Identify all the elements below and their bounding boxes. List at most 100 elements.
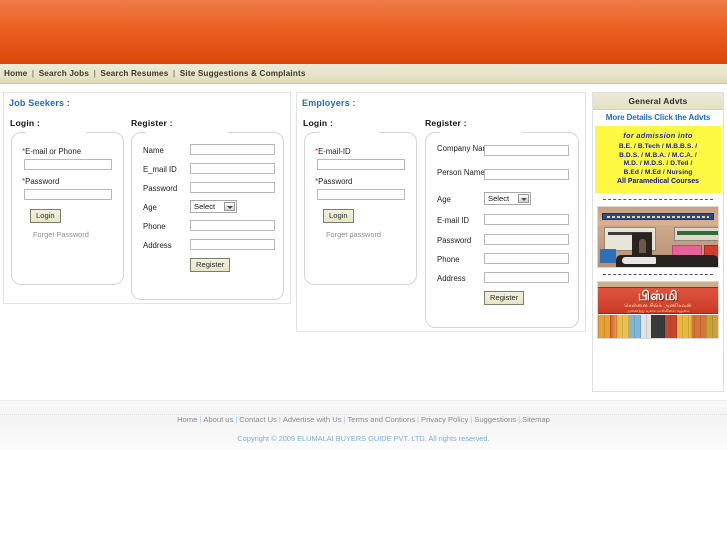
- page-root: Home | Search Jobs | Search Resumes | Si…: [0, 0, 727, 545]
- footer-link-about-us[interactable]: About us: [203, 415, 233, 424]
- shop-front-right: [674, 226, 718, 241]
- employers-password-label: *Password: [315, 177, 352, 187]
- footer-link-terms[interactable]: Terms and Contions: [348, 415, 416, 424]
- employers-person-name-input[interactable]: [484, 169, 569, 180]
- shop-signboard: [602, 212, 714, 220]
- employers-title: Employers :: [302, 98, 356, 108]
- nav-separator: |: [172, 69, 176, 78]
- job-seekers-login-box: *E-mail or Phone *Password Login Forget …: [11, 132, 124, 285]
- job-seekers-age-select[interactable]: Select: [190, 200, 237, 213]
- job-seekers-phone-input[interactable]: [190, 220, 275, 231]
- job-seekers-email-id-label: E_mail ID: [143, 165, 177, 174]
- admission-ad-line: B.E. / B.Tech / M.B.B.S. /: [618, 143, 698, 150]
- admission-advertisement[interactable]: for admission into B.E. / B.Tech / M.B.B…: [595, 126, 721, 193]
- job-seekers-email-label: *E-mail or Phone: [22, 147, 81, 157]
- employers-email-id-label: E-mail ID: [437, 216, 470, 225]
- navigation-links: Home | Search Jobs | Search Resumes | Si…: [0, 64, 727, 83]
- job-seekers-register-password-input[interactable]: [190, 182, 275, 193]
- employers-forget-password-link[interactable]: Forget password: [326, 230, 381, 239]
- job-seekers-panel: Job Seekers : Login : Register : *E-mail…: [3, 92, 291, 304]
- label-text: Password: [25, 177, 60, 186]
- main-content: Job Seekers : Login : Register : *E-mail…: [0, 92, 727, 392]
- footer-link-sitemap[interactable]: Sitemap: [522, 415, 550, 424]
- more-details-link[interactable]: More Details Click the Advts: [593, 110, 723, 126]
- employers-company-name-input[interactable]: [484, 145, 569, 156]
- job-seekers-title: Job Seekers :: [9, 98, 71, 108]
- nav-item-site-suggestions[interactable]: Site Suggestions & Complaints: [180, 69, 306, 78]
- banner-sheen: [0, 0, 727, 28]
- job-seekers-register-heading: Register :: [131, 118, 173, 128]
- employers-password-input[interactable]: [317, 189, 405, 200]
- nav-separator: |: [31, 69, 35, 78]
- footer-link-home[interactable]: Home: [177, 415, 197, 424]
- nav-item-search-jobs[interactable]: Search Jobs: [39, 69, 89, 78]
- employers-phone-label: Phone: [437, 255, 460, 264]
- employers-phone-input[interactable]: [484, 253, 569, 264]
- employers-register-box: Company Name Person Name Age Select E-ma…: [425, 132, 579, 328]
- admission-ad-title: for admission into: [623, 131, 693, 140]
- bismi-cloth-display: [598, 314, 718, 338]
- employers-email-input[interactable]: [317, 159, 405, 170]
- employers-login-box: *E-mail-ID *Password Login Forget passwo…: [304, 132, 417, 285]
- job-seekers-address-input[interactable]: [190, 239, 275, 250]
- footer-link-privacy-policy[interactable]: Privacy Policy: [421, 415, 468, 424]
- ad-divider: [603, 273, 713, 275]
- employers-panel: Employers : Login : Register : *E-mail-I…: [296, 92, 586, 332]
- admission-ad-line: B.Ed / M.Ed / Nursing: [623, 168, 693, 176]
- employers-address-input[interactable]: [484, 272, 569, 283]
- footer-link-suggestions[interactable]: Suggestions: [474, 415, 516, 424]
- job-seekers-password-label: *Password: [22, 177, 59, 187]
- job-seekers-phone-label: Phone: [143, 222, 166, 231]
- job-seekers-age-label: Age: [143, 203, 157, 212]
- chevron-down-icon[interactable]: [224, 202, 235, 211]
- copyright-text: Copyright © 2009 ELUMALAI BUYERS GUIDE P…: [237, 434, 490, 443]
- nav-item-search-resumes[interactable]: Search Resumes: [100, 69, 168, 78]
- label-text: Password: [318, 177, 353, 186]
- admission-ad-last-line: All Paramedical Courses: [616, 178, 700, 186]
- admission-ad-line: B.D.S. / M.B.A. / M.C.A. /: [619, 151, 697, 159]
- employers-register-button[interactable]: Register: [484, 291, 525, 305]
- job-seekers-password-input[interactable]: [24, 189, 112, 200]
- label-text: E-mail-ID: [318, 147, 351, 156]
- employers-age-select[interactable]: Select: [484, 192, 531, 205]
- job-seekers-name-input[interactable]: [190, 144, 275, 155]
- admission-ad-line: M.D. / M.D.S. / D.Ted /: [623, 160, 693, 168]
- shop-photo-advertisement[interactable]: [597, 205, 719, 268]
- employers-email-id-input[interactable]: [484, 214, 569, 225]
- bismi-photo-advertisement[interactable]: பிஸ்மி சென்னை சில்க் அணிகலன் அனைத்து வகை…: [597, 280, 719, 339]
- footer-link-advertise-with-us[interactable]: Advertise with Us: [283, 415, 342, 424]
- general-advts-heading: General Advts: [593, 93, 723, 110]
- employers-register-password-input[interactable]: [484, 234, 569, 245]
- page-footer: Home | About us | Contact Us | Advertise with …: [0, 400, 727, 450]
- footer-link-contact-us[interactable]: Contact Us: [239, 415, 277, 424]
- nav-item-home[interactable]: Home: [4, 69, 27, 78]
- shop-person: [639, 238, 646, 253]
- employers-age-label: Age: [437, 195, 451, 204]
- job-seekers-email-input[interactable]: [24, 159, 112, 170]
- advertisement-sidebar: General Advts More Details Click the Adv…: [592, 92, 724, 392]
- job-seekers-register-password-label: Password: [143, 184, 178, 193]
- bismi-signboard: பிஸ்மி சென்னை சில்க் அணிகலன் அனைத்து வகை…: [598, 286, 718, 314]
- job-seekers-login-heading: Login :: [10, 118, 41, 128]
- job-seekers-forget-password-link[interactable]: Forget Password: [33, 230, 89, 239]
- employers-login-button[interactable]: Login: [323, 209, 354, 223]
- job-seekers-name-label: Name: [143, 146, 164, 155]
- main-navigation[interactable]: Home | Search Jobs | Search Resumes | Si…: [0, 64, 727, 84]
- shop-blue-box: [600, 248, 616, 263]
- job-seekers-register-button[interactable]: Register: [190, 258, 231, 272]
- ad-divider: [603, 198, 713, 200]
- footer-links: Home | About us | Contact Us | Advertise with …: [0, 414, 727, 426]
- header-banner: [0, 0, 727, 64]
- employers-age-value: Select: [488, 194, 510, 203]
- job-seekers-register-box: Name E_mail ID Password Age Select Phone…: [131, 132, 284, 300]
- bismi-shop-subtitle2: அனைத்து வகை மலிவிலை சலுகை: [626, 307, 690, 313]
- employers-address-label: Address: [437, 274, 466, 283]
- job-seekers-age-value: Select: [194, 202, 216, 211]
- bismi-shop-name: பிஸ்மி: [637, 287, 679, 303]
- employers-login-heading: Login :: [303, 118, 334, 128]
- job-seekers-email-id-input[interactable]: [190, 163, 275, 174]
- nav-separator: |: [93, 69, 96, 78]
- chevron-down-icon[interactable]: [518, 194, 529, 203]
- employers-email-label: *E-mail-ID: [315, 147, 351, 157]
- job-seekers-login-button[interactable]: Login: [30, 209, 61, 223]
